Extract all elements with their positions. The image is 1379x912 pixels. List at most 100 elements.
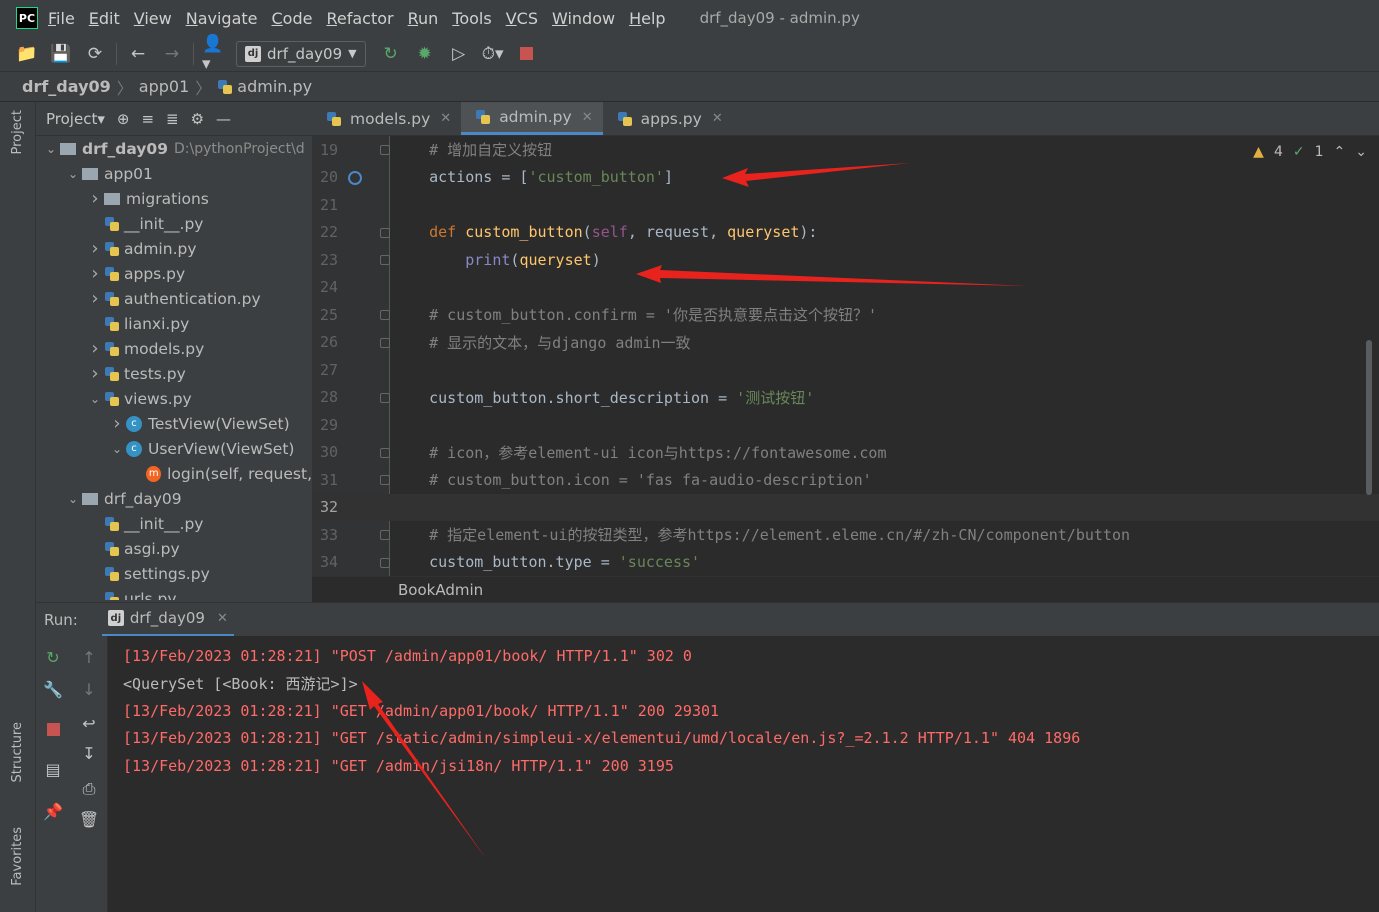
code-editor[interactable]: 19 # 增加自定义按钮 20 actions = ['custom_button… (312, 136, 1379, 576)
run-configuration-select[interactable]: dj drf_day09 ▼ (236, 40, 366, 67)
tree-item[interactable]: › models.py (36, 336, 312, 361)
chevron-right-icon[interactable]: › (86, 238, 104, 259)
stop-icon[interactable] (514, 41, 540, 67)
menu-window[interactable]: Window (552, 9, 615, 28)
fold-marker-icon[interactable] (380, 337, 390, 348)
user-icon[interactable]: 👤▾ (202, 34, 228, 74)
chevron-down-icon[interactable]: ⌄ (64, 492, 82, 506)
layout-icon[interactable]: ▤ (40, 756, 66, 782)
tree-item[interactable]: m login(self, request, (36, 461, 312, 486)
tree-item[interactable]: › c TestView(ViewSet) (36, 411, 312, 436)
save-icon[interactable]: 💾 (48, 41, 74, 67)
tree-item[interactable]: › tests.py (36, 361, 312, 386)
wrench-icon[interactable]: 🔧 (40, 676, 66, 702)
project-tool-button[interactable]: Project (10, 110, 25, 154)
chevron-right-icon[interactable]: › (108, 413, 126, 434)
trash-icon[interactable]: 🗑 (76, 806, 102, 832)
tree-item[interactable]: ⌄ views.py (36, 386, 312, 411)
close-icon[interactable]: ✕ (440, 111, 451, 126)
hide-icon[interactable]: — (216, 110, 231, 128)
breadcrumb-folder[interactable]: app01 (139, 77, 189, 96)
menu-edit[interactable]: Edit (89, 9, 120, 28)
chevron-down-icon[interactable]: ⌄ (64, 167, 82, 181)
menu-navigate[interactable]: Navigate (186, 9, 258, 28)
editor-scrollbar[interactable] (1366, 340, 1372, 495)
tree-item[interactable]: ⌄ app01 (36, 161, 312, 186)
inspection-widget[interactable]: ▲ 4 ✓ 1 ⌃ ⌄ (1253, 144, 1367, 160)
chevron-right-icon[interactable]: › (86, 188, 104, 209)
editor-structure-breadcrumb[interactable]: BookAdmin (312, 576, 1379, 602)
collapse-all-icon[interactable]: ≣ (166, 110, 179, 128)
chevron-right-icon[interactable]: › (86, 288, 104, 309)
open-folder-icon[interactable]: 📁 (14, 41, 40, 67)
fold-marker-icon[interactable] (380, 392, 390, 403)
close-icon[interactable]: ✕ (217, 611, 228, 626)
tree-item[interactable]: settings.py (36, 561, 312, 586)
tree-item[interactable]: ⌄ drf_day09 (36, 486, 312, 511)
fold-marker-icon[interactable] (380, 255, 390, 265)
close-icon[interactable]: ✕ (712, 111, 723, 126)
tree-item[interactable]: lianxi.py (36, 311, 312, 336)
chevron-right-icon[interactable]: › (86, 263, 104, 284)
soft-wrap-icon[interactable]: ↩ (76, 710, 102, 736)
scroll-to-end-icon[interactable]: ↧ (76, 740, 102, 766)
structure-tool-button[interactable]: Structure (10, 722, 25, 782)
editor-tab[interactable]: models.py ✕ (312, 102, 461, 135)
rerun-icon[interactable]: ↻ (378, 41, 404, 67)
class-breadcrumb[interactable]: BookAdmin (398, 581, 483, 599)
tree-item[interactable]: __init__.py (36, 511, 312, 536)
favorites-tool-button[interactable]: Favorites (10, 827, 25, 886)
fold-marker-icon[interactable] (380, 530, 390, 540)
menu-refactor[interactable]: Refactor (326, 9, 393, 28)
chevron-up-icon[interactable]: ⌃ (1334, 144, 1346, 160)
stop-icon[interactable] (40, 716, 66, 742)
breadcrumb-project[interactable]: drf_day09 (22, 77, 111, 96)
tree-item[interactable]: › admin.py (36, 236, 312, 261)
fold-marker-icon[interactable] (380, 557, 390, 568)
tree-item[interactable]: › apps.py (36, 261, 312, 286)
tree-item[interactable]: asgi.py (36, 536, 312, 561)
menu-file[interactable]: File (48, 9, 75, 28)
menu-run[interactable]: Run (408, 9, 439, 28)
chevron-down-icon[interactable]: ⌄ (86, 392, 104, 406)
fold-marker-icon[interactable] (380, 475, 390, 485)
menu-tools[interactable]: Tools (452, 9, 491, 28)
fold-marker-icon[interactable] (380, 145, 390, 155)
expand-all-icon[interactable]: ≡ (141, 110, 154, 128)
chevron-down-icon[interactable]: ⌄ (1355, 144, 1367, 160)
rerun-icon[interactable]: ↻ (40, 644, 66, 670)
tree-item[interactable]: › migrations (36, 186, 312, 211)
gear-icon[interactable]: ⚙ (191, 110, 204, 128)
pin-icon[interactable]: 📌 (40, 798, 66, 824)
sync-icon[interactable]: ⟳ (82, 41, 108, 67)
tree-item[interactable]: urls.py (36, 586, 312, 600)
locate-icon[interactable]: ⊕ (117, 110, 130, 128)
coverage-icon[interactable]: ▷ (446, 41, 472, 67)
menu-vcs[interactable]: VCS (506, 9, 538, 28)
forward-arrow-icon[interactable]: → (159, 41, 185, 67)
chevron-down-icon[interactable]: ⌄ (42, 142, 60, 156)
fold-marker-icon[interactable] (380, 310, 390, 320)
fold-marker-icon[interactable] (380, 447, 390, 458)
editor-tab[interactable]: apps.py ✕ (603, 102, 733, 135)
profile-icon[interactable]: ⏱▾ (480, 41, 506, 67)
run-tab[interactable]: dj drf_day09 ✕ (101, 603, 234, 637)
tree-item[interactable]: __init__.py (36, 211, 312, 236)
arrow-up-icon[interactable]: ↑ (76, 644, 102, 670)
tree-item[interactable]: › authentication.py (36, 286, 312, 311)
tree-item[interactable]: ⌄ c UserView(ViewSet) (36, 436, 312, 461)
back-arrow-icon[interactable]: ← (125, 41, 151, 67)
menu-help[interactable]: Help (629, 9, 665, 28)
chevron-right-icon[interactable]: › (86, 363, 104, 384)
editor-tab[interactable]: admin.py ✕ (461, 102, 603, 135)
override-gutter-icon[interactable] (348, 170, 362, 185)
breadcrumb-file[interactable]: admin.py (237, 77, 312, 96)
close-icon[interactable]: ✕ (582, 110, 593, 125)
menu-view[interactable]: View (134, 9, 172, 28)
project-view-select[interactable]: Project▾ (46, 110, 105, 128)
chevron-right-icon[interactable]: › (86, 338, 104, 359)
arrow-down-icon[interactable]: ↓ (76, 676, 102, 702)
run-console[interactable]: [13/Feb/2023 01:28:21] "POST /admin/app0… (108, 636, 1379, 912)
tree-item[interactable]: ⌄ drf_day09 D:\pythonProject\d (36, 136, 312, 161)
fold-marker-icon[interactable] (380, 227, 390, 238)
